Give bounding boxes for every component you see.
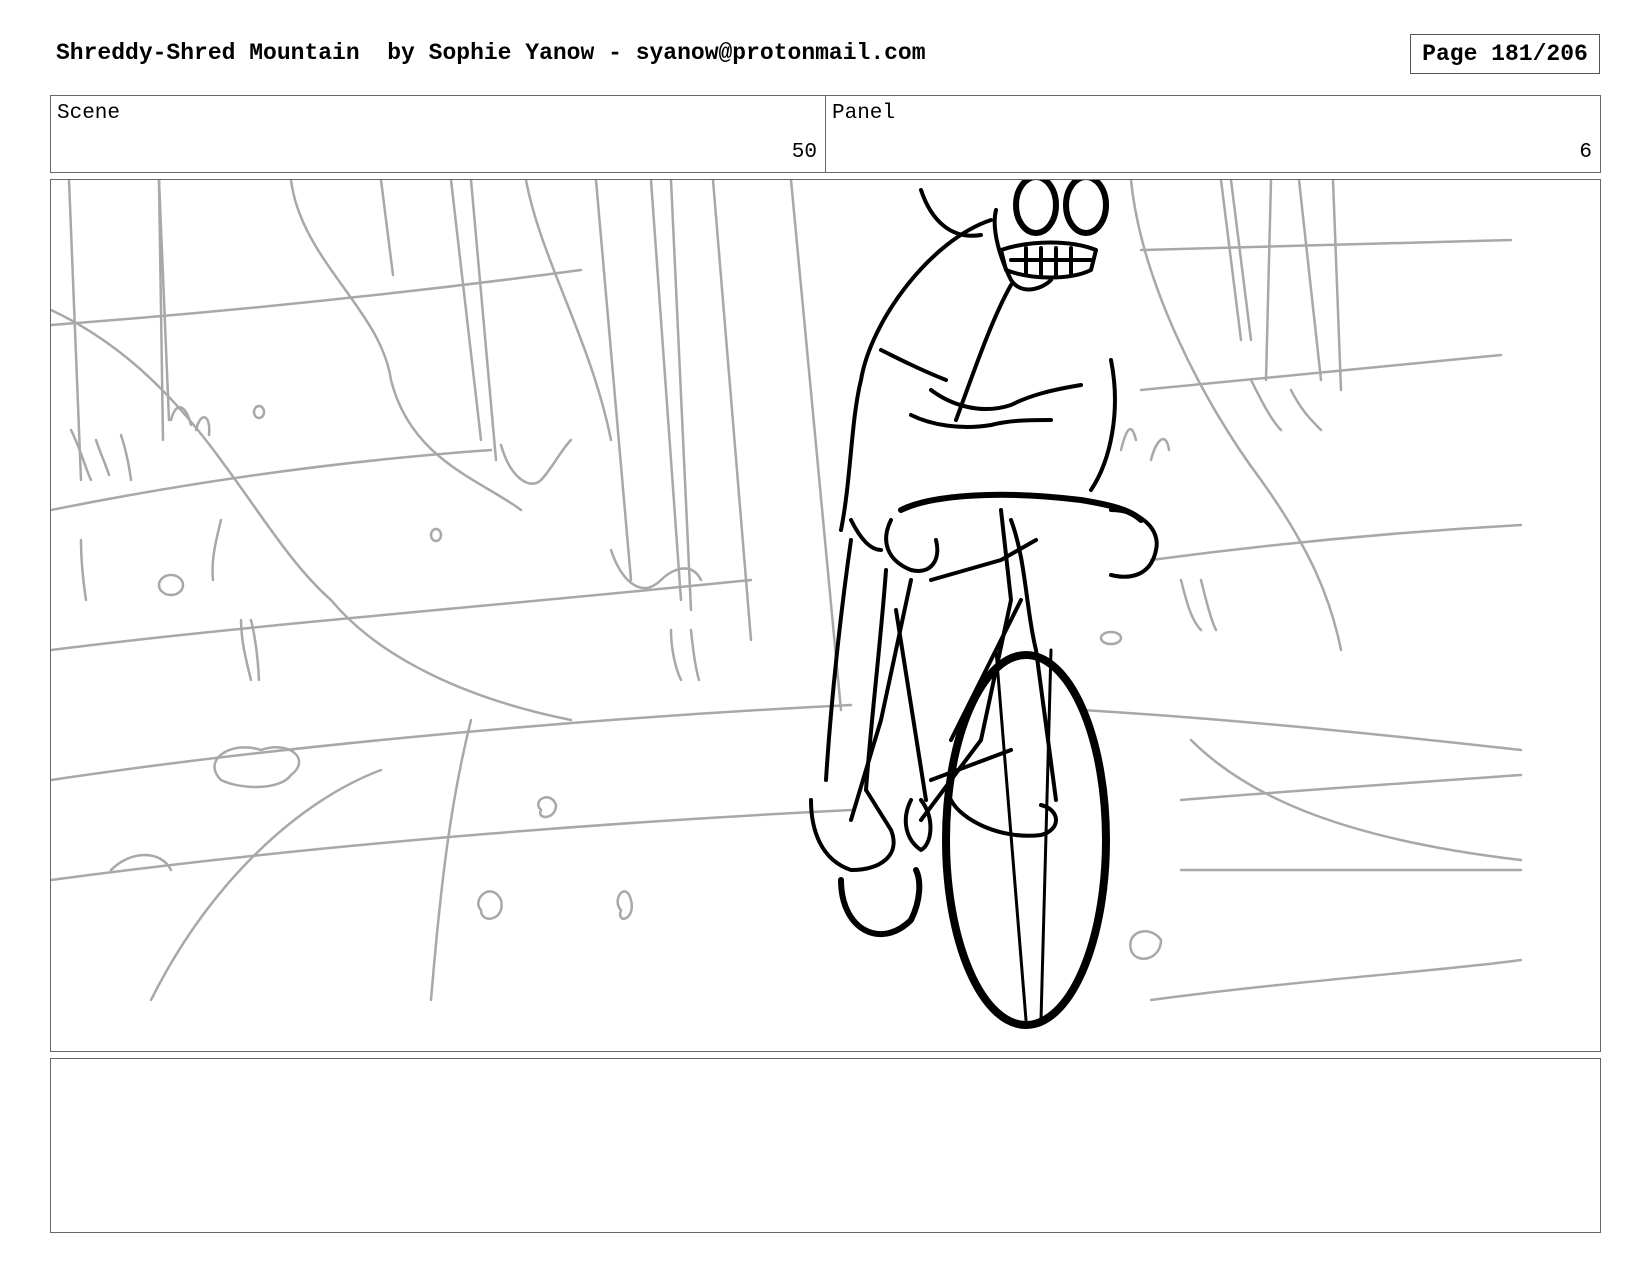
scene-cell: Scene 50 xyxy=(51,96,825,172)
scene-label: Scene xyxy=(57,102,121,125)
storyboard-title: Shreddy-Shred Mountain by Sophie Yanow -… xyxy=(56,40,926,66)
panel-notes-box xyxy=(50,1058,1601,1233)
forest-background-sketch xyxy=(51,180,1523,1002)
panel-label: Panel xyxy=(832,102,896,125)
page-number-box: Page 181/206 xyxy=(1410,34,1600,74)
panel-number: 6 xyxy=(1579,141,1592,164)
scene-panel-info: Scene 50 Panel 6 xyxy=(50,95,1601,173)
cyclist-sketch-image xyxy=(51,180,1523,1029)
cyclist-sketch xyxy=(809,180,1159,1029)
page-number: Page 181/206 xyxy=(1422,41,1588,67)
scene-number: 50 xyxy=(791,141,817,164)
panel-cell: Panel 6 xyxy=(825,96,1600,172)
storyboard-panel-artwork xyxy=(50,179,1601,1052)
